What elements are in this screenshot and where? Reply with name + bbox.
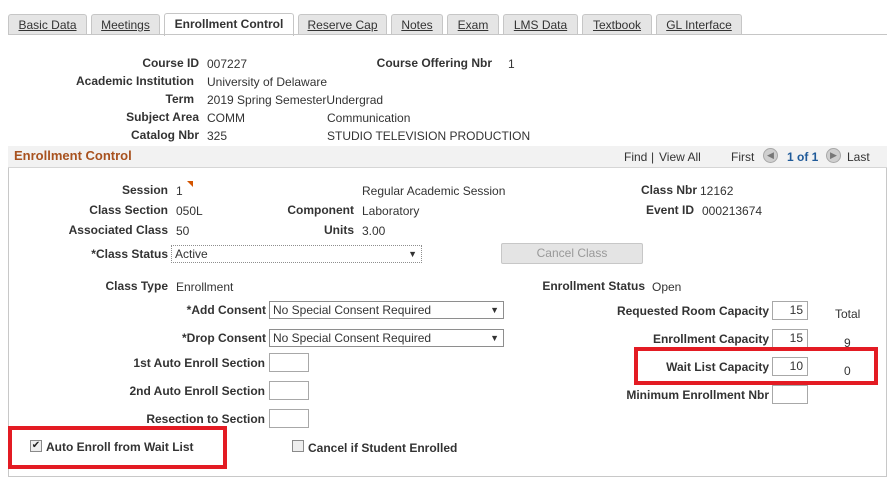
catalog-nbr-value: 325 — [207, 129, 228, 143]
tab-lms-data[interactable]: LMS Data — [503, 14, 578, 35]
course-offering-label: Course Offering Nbr — [376, 56, 492, 70]
cancel-if-enrolled-checkbox[interactable] — [292, 440, 304, 452]
catalog-desc: STUDIO TELEVISION PRODUCTION — [327, 129, 531, 143]
class-status-select[interactable]: Active ▼ — [171, 245, 422, 263]
tab-bar: Basic Data Meetings Enrollment Control R… — [0, 0, 887, 37]
previous-arrow-icon[interactable]: ◀ — [763, 148, 778, 163]
tab-basic-data[interactable]: Basic Data — [8, 14, 87, 35]
drop-consent-label: *Drop Consent — [182, 331, 266, 345]
total-label: Total — [835, 307, 861, 321]
institution-label: Academic Institution — [75, 74, 194, 88]
associated-class-label: Associated Class — [68, 223, 168, 237]
term-value: 2019 Spring SemesterUndergrad — [207, 93, 384, 107]
cancel-class-button[interactable]: Cancel Class — [501, 243, 643, 264]
class-section-value: 050L — [176, 204, 203, 218]
class-status-label: *Class Status — [91, 247, 168, 261]
tab-exam[interactable]: Exam — [447, 14, 499, 35]
tab-reserve-cap[interactable]: Reserve Cap — [298, 14, 387, 35]
associated-class-value: 50 — [176, 224, 190, 238]
event-id-value: 000213674 — [702, 204, 763, 218]
tab-divider — [8, 34, 887, 35]
term-label: Term — [165, 92, 194, 106]
minimum-enrollment-label: Minimum Enrollment Nbr — [626, 388, 769, 402]
add-consent-label: *Add Consent — [186, 303, 266, 317]
course-offering-value: 1 — [508, 57, 515, 71]
class-nbr-value: 12162 — [700, 184, 734, 198]
component-label: Component — [287, 203, 354, 217]
nav-separator: | — [651, 150, 655, 164]
session-value: 1 — [176, 184, 183, 198]
catalog-nbr-label: Catalog Nbr — [130, 128, 199, 142]
resection-input[interactable] — [269, 409, 309, 428]
tab-textbook[interactable]: Textbook — [582, 14, 652, 35]
chevron-down-icon: ▼ — [408, 249, 417, 259]
panel-title: Enrollment Control — [14, 148, 132, 163]
chevron-down-icon: ▼ — [490, 333, 499, 343]
enrollment-capacity-label: Enrollment Capacity — [652, 332, 769, 346]
minimum-enrollment-input[interactable] — [772, 385, 808, 404]
cancel-if-enrolled-label: Cancel if Student Enrolled — [308, 441, 458, 455]
enrollment-capacity-input[interactable]: 15 — [772, 329, 808, 348]
course-id-value: 007227 — [207, 57, 248, 71]
units-value: 3.00 — [362, 224, 386, 238]
chevron-down-icon: ▼ — [490, 305, 499, 315]
prompt-flag-icon[interactable] — [187, 181, 193, 187]
enrollment-status-value: Open — [652, 280, 682, 294]
tab-meetings[interactable]: Meetings — [91, 14, 160, 35]
next-arrow-icon[interactable]: ▶ — [826, 148, 841, 163]
second-auto-enroll-input[interactable] — [269, 381, 309, 400]
add-consent-value: No Special Consent Required — [273, 303, 432, 317]
first-auto-enroll-input[interactable] — [269, 353, 309, 372]
subject-area-label: Subject Area — [126, 110, 199, 124]
view-all-link[interactable]: View All — [659, 150, 701, 164]
course-id-label: Course ID — [142, 56, 199, 70]
find-link[interactable]: Find — [624, 150, 647, 164]
tab-notes[interactable]: Notes — [391, 14, 443, 35]
class-nbr-label: Class Nbr — [640, 183, 697, 197]
wait-list-highlight — [634, 347, 878, 385]
session-desc: Regular Academic Session — [362, 184, 506, 198]
institution-value: University of Delaware — [207, 75, 328, 89]
session-label: Session — [121, 183, 168, 197]
subject-area-desc: Communication — [327, 111, 411, 125]
row-counter: 1 of 1 — [787, 150, 819, 164]
last-label: Last — [847, 150, 870, 164]
auto-enroll-highlight — [8, 426, 227, 469]
resection-label: Resection to Section — [146, 412, 265, 426]
class-type-label: Class Type — [105, 279, 168, 293]
add-consent-select[interactable]: No Special Consent Required ▼ — [269, 301, 504, 319]
event-id-label: Event ID — [645, 203, 694, 217]
class-section-label: Class Section — [89, 203, 168, 217]
drop-consent-value: No Special Consent Required — [273, 331, 432, 345]
units-label: Units — [324, 223, 354, 237]
second-auto-enroll-label: 2nd Auto Enroll Section — [129, 384, 265, 398]
class-type-value: Enrollment — [176, 280, 234, 294]
panel-header — [8, 146, 887, 168]
requested-room-capacity-input[interactable]: 15 — [772, 301, 808, 320]
first-label: First — [731, 150, 755, 164]
requested-room-capacity-label: Requested Room Capacity — [616, 304, 769, 318]
tab-gl-interface[interactable]: GL Interface — [656, 14, 742, 35]
drop-consent-select[interactable]: No Special Consent Required ▼ — [269, 329, 504, 347]
tab-enrollment-control[interactable]: Enrollment Control — [164, 13, 294, 36]
subject-area-code: COMM — [207, 111, 245, 125]
class-status-value: Active — [175, 247, 208, 261]
enrollment-status-label: Enrollment Status — [542, 279, 645, 293]
first-auto-enroll-label: 1st Auto Enroll Section — [133, 356, 265, 370]
component-value: Laboratory — [362, 204, 420, 218]
